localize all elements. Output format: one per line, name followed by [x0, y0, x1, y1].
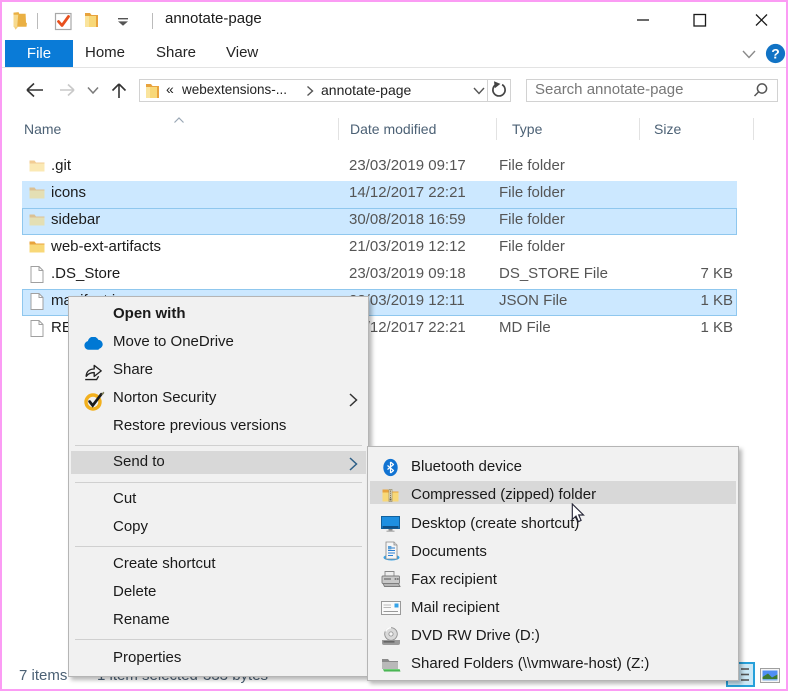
svg-text:?: ?	[771, 45, 780, 61]
